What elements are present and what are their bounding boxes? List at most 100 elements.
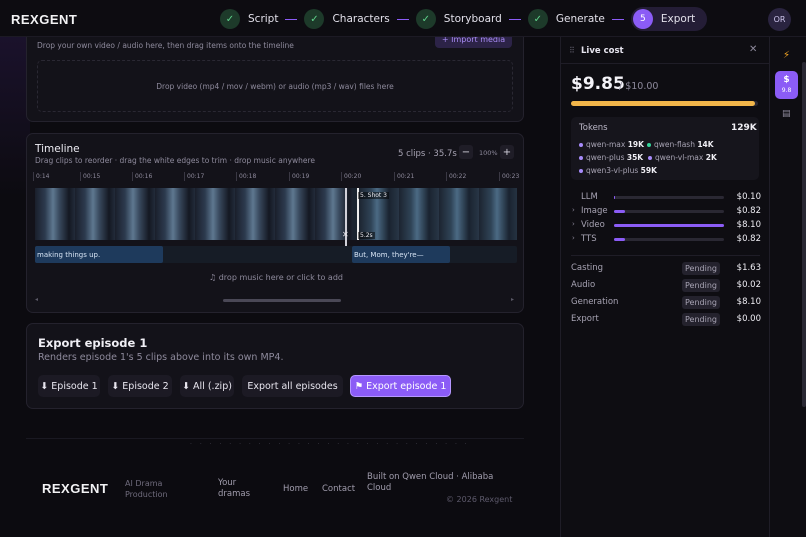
page-scrollbar[interactable] [802,62,806,407]
time-ruler: 0:14 00:15 00:16 00:17 00:18 00:19 00:20… [33,172,519,184]
media-dropzone[interactable]: Drop video (mp4 / mov / webm) or audio (… [37,60,513,112]
stage-row-export: Export Pending $0.00 [571,313,761,326]
cost-row-bar [614,196,724,199]
export-all-episodes-button[interactable]: Export all episodes [242,375,343,397]
token-model: qwen-vl-max 2K [648,153,717,162]
check-icon: ✓ [220,9,240,29]
zoom-in-button[interactable]: + [500,145,514,159]
zoom-out-button[interactable]: − [459,145,473,159]
cost-toggle-value: 9.8 [781,87,792,94]
panel-divider [571,255,760,256]
status-badge: Pending [682,313,720,326]
step-storyboard[interactable]: ✓ Storyboard [415,7,502,31]
footer-link-home[interactable]: Home [283,484,308,495]
cost-row-bar [614,238,724,241]
playhead[interactable] [345,188,347,248]
ruler-tick: 00:23 [499,172,519,181]
step-label: Generate [555,13,605,25]
cost-row-llm: LLM $0.10 [571,192,761,204]
scroll-thumb[interactable] [223,299,341,302]
footer-tagline: AI Drama Production [125,479,168,499]
footer-link-contact[interactable]: Contact [322,484,355,495]
check-icon: ✓ [527,9,548,29]
logo[interactable]: REXGENT [11,12,77,27]
stage-value: $1.63 [736,263,761,273]
budget-bar [571,101,758,106]
ruler-tick: 00:16 [132,172,152,181]
music-dropzone[interactable]: ♫ drop music here or click to add [35,273,517,282]
footer-copyright: © 2026 Rexgent [446,495,513,504]
ruler-tick: 00:21 [394,172,414,181]
panel-header: ⠿ Live cost ✕ [561,37,770,64]
step-generate[interactable]: ✓ Generate [527,7,605,31]
scroll-left-icon[interactable]: ◂ [35,296,38,303]
timeline-meta: 5 clips · 35.7s [398,149,457,159]
step-characters[interactable]: ✓ Characters [304,7,390,31]
step-script[interactable]: ✓ Script [220,7,278,31]
timeline-scrollbar[interactable]: ◂ ▸ [35,296,517,303]
panel-title: Live cost [581,46,624,56]
cost-row-label: TTS [581,234,597,244]
clip-label: 5. Shot 3 [358,192,389,199]
subtitle-track: making things up. But, Mom, they're— [35,246,517,263]
document-icon[interactable]: ▤ [782,109,791,119]
cost-row-value: $0.82 [736,206,761,216]
footer-link-your-dramas[interactable]: Your dramas [218,478,263,500]
scroll-right-icon[interactable]: ▸ [511,296,514,303]
cost-toggle-button[interactable]: $ 9.8 [775,71,798,99]
export-episode-1-button[interactable]: ⚑ Export episode 1 [350,375,451,397]
cost-row-label: Image [581,206,608,216]
remove-clip-icon[interactable]: ✕ [342,230,349,239]
cost-row-bar [614,210,724,213]
top-bar: REXGENT ✓ Script ✓ Characters ✓ Storyboa… [0,0,806,37]
media-hint: Drop your own video / audio here, then d… [37,41,294,50]
export-card: Export episode 1 Renders episode 1's 5 c… [26,323,524,409]
token-model: qwen-flash 14K [647,140,714,149]
footer-divider [26,438,524,439]
timeline-title: Timeline [35,143,80,155]
drag-handle-icon[interactable]: ⠿ [569,46,575,55]
subtitle-clip[interactable]: But, Mom, they're— [352,246,450,263]
timeline-subtitle: Drag clips to reorder · drag the white e… [35,156,316,165]
stage-label: Casting [571,263,604,273]
download-all-zip-button[interactable]: ⬇ All (.zip) [180,375,234,397]
chevron-right-icon[interactable]: › [572,234,575,242]
ruler-tick: 00:19 [289,172,309,181]
step-label: Storyboard [443,13,502,25]
main-content: + Import media Drop your own video / aud… [0,37,560,537]
token-model: qwen-max 19K [579,140,644,149]
token-model: qwen-plus 35K [579,153,643,162]
cost-row-bar-fill [614,196,616,199]
cost-row-tts[interactable]: › TTS $0.82 [571,234,761,246]
ruler-tick: 00:17 [184,172,204,181]
video-clip[interactable] [35,188,353,240]
stage-row-audio: Audio Pending $0.02 [571,279,761,292]
zoom-level: 100% [479,149,498,157]
footer-logo[interactable]: REXGENT [42,481,108,496]
video-track[interactable] [35,188,517,240]
avatar[interactable]: OR [768,8,791,31]
chevron-right-icon[interactable]: › [572,220,575,228]
bolt-icon[interactable]: ⚡ [783,50,790,61]
cost-row-label: LLM [581,192,598,202]
timeline-card: Timeline Drag clips to reorder · drag th… [26,133,524,313]
cost-row-bar-fill [614,238,625,241]
cost-cap: / $10.00 [619,81,659,92]
import-media-button[interactable]: + Import media [435,37,512,48]
stepper: ✓ Script ✓ Characters ✓ Storyboard ✓ Gen… [220,7,708,31]
stage-label: Audio [571,280,596,290]
cost-row-video[interactable]: › Video $8.10 [571,220,761,232]
ruler-tick: 00:20 [341,172,361,181]
status-badge: Pending [682,296,720,309]
download-episode-1-button[interactable]: ⬇ Episode 1 [38,375,100,397]
subtitle-clip[interactable]: making things up. [35,246,163,263]
step-export[interactable]: 5 Export [630,7,708,31]
close-icon[interactable]: ✕ [749,44,757,55]
chevron-right-icon[interactable]: › [572,206,575,214]
cost-row-bar [614,224,724,227]
download-episode-2-button[interactable]: ⬇ Episode 2 [108,375,172,397]
step-connector [285,18,298,20]
clip-duration: 5.2s [358,232,375,239]
cost-row-value: $0.10 [736,192,761,202]
cost-row-image[interactable]: › Image $0.82 [571,206,761,218]
